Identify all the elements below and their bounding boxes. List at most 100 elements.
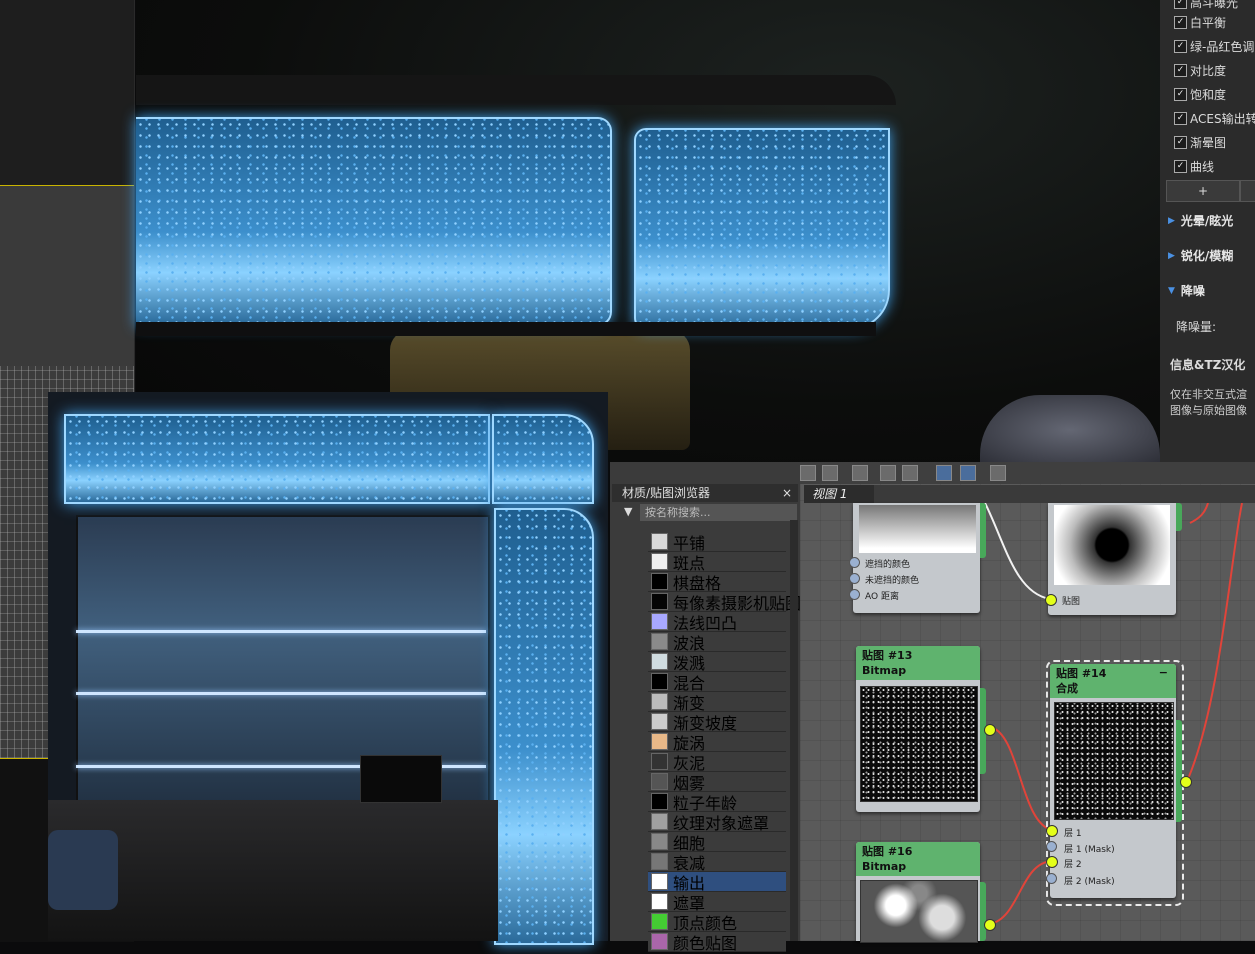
input-socket[interactable] bbox=[849, 589, 860, 600]
list-item[interactable]: 输出 bbox=[648, 872, 786, 893]
list-item[interactable]: 细胞 bbox=[648, 832, 786, 853]
list-scrollbar[interactable] bbox=[790, 520, 798, 941]
list-item[interactable]: 旋涡 bbox=[648, 732, 786, 753]
shelf-light bbox=[76, 692, 486, 695]
checkbox-icon[interactable]: ✓ bbox=[1174, 15, 1187, 29]
map-swatch-icon bbox=[651, 553, 668, 570]
node-map-13[interactable]: 贴图 #13 Bitmap bbox=[856, 646, 996, 812]
list-item[interactable]: 法线凹凸 bbox=[648, 612, 786, 633]
check-row-green-magenta[interactable]: ✓ 绿-品红色调 bbox=[1174, 37, 1254, 55]
input-socket-connected[interactable] bbox=[1045, 594, 1057, 606]
check-row-exposure[interactable]: ✓ 高斗曝光 bbox=[1174, 0, 1238, 11]
map-swatch-icon bbox=[651, 713, 668, 730]
tab-view-1[interactable]: 视图 1 bbox=[804, 485, 882, 503]
search-input[interactable]: 按名称搜索... bbox=[640, 504, 797, 521]
checkbox-icon[interactable]: ✓ bbox=[1174, 0, 1187, 9]
map-swatch-icon bbox=[651, 873, 668, 890]
collapse-triangle-icon: ▼ bbox=[1168, 285, 1175, 296]
list-item[interactable]: 纹理对象遮罩 bbox=[648, 812, 786, 833]
check-row-vignette[interactable]: ✓ 渐晕图 bbox=[1174, 133, 1226, 151]
map-swatch-icon bbox=[651, 933, 668, 950]
wire-ao-to-map bbox=[984, 503, 1051, 600]
node-subtitle: Bitmap bbox=[862, 860, 907, 873]
map-swatch-icon bbox=[651, 813, 668, 830]
port-label: AO 距离 bbox=[865, 592, 899, 602]
search-dropdown-icon[interactable]: ▼ bbox=[624, 505, 632, 518]
viewport-mid-left[interactable] bbox=[0, 186, 134, 366]
check-label: 绿-品红色调 bbox=[1190, 39, 1255, 54]
map-swatch-icon bbox=[651, 693, 668, 710]
list-item[interactable]: 颜色贴图 bbox=[648, 932, 786, 953]
node-preview bbox=[860, 880, 978, 943]
output-socket[interactable] bbox=[984, 724, 996, 736]
close-icon[interactable]: × bbox=[782, 484, 792, 502]
section-denoise[interactable]: ▼ 降噪 bbox=[1168, 282, 1205, 299]
post-effects-panel: ✓ 高斗曝光 ✓ 白平衡 ✓ 绿-品红色调 ✓ 对比度 ✓ 饱和度 ✓ ACES输出转 ✓ 渐… bbox=[1160, 0, 1255, 462]
checkbox-icon[interactable]: ✓ bbox=[1174, 135, 1187, 149]
checkbox-icon[interactable]: ✓ bbox=[1174, 111, 1187, 125]
input-socket[interactable] bbox=[1046, 873, 1057, 884]
glass-panel-right bbox=[634, 128, 890, 330]
section-sharpen-blur[interactable]: ▶ 锐化/模糊 bbox=[1168, 247, 1233, 264]
background-toggle-icon[interactable] bbox=[852, 465, 868, 481]
checkbox-icon[interactable]: ✓ bbox=[1174, 159, 1187, 173]
map-swatch-icon bbox=[651, 853, 668, 870]
viewport-top-left[interactable] bbox=[0, 0, 134, 186]
layout-children-icon[interactable] bbox=[902, 465, 918, 481]
list-item[interactable]: 波浪 bbox=[648, 632, 786, 653]
input-socket[interactable] bbox=[1046, 841, 1057, 852]
map-swatch-icon bbox=[651, 673, 668, 690]
check-label: 饱和度 bbox=[1190, 87, 1227, 102]
list-item[interactable]: 灰泥 bbox=[648, 752, 786, 773]
input-socket[interactable] bbox=[849, 573, 860, 584]
check-label: 高斗曝光 bbox=[1190, 0, 1239, 10]
list-item[interactable]: 衰减 bbox=[648, 852, 786, 873]
denoise-amount-label: 降噪量: bbox=[1176, 320, 1217, 334]
port-label: 层 2 (Mask) bbox=[1064, 877, 1115, 887]
wire-16-to-layer2 bbox=[989, 860, 1053, 925]
check-row-saturation[interactable]: ✓ 饱和度 bbox=[1174, 85, 1226, 103]
layer-option-button[interactable] bbox=[1240, 180, 1255, 202]
expand-triangle-icon: ▶ bbox=[1168, 215, 1175, 226]
output-socket[interactable] bbox=[1180, 776, 1192, 788]
section-bloom-glare[interactable]: ▶ 光晕/眩光 bbox=[1168, 212, 1233, 229]
list-item[interactable]: 混合 bbox=[648, 672, 786, 693]
list-item[interactable]: 渐变坡度 bbox=[648, 712, 786, 733]
output-socket[interactable] bbox=[984, 919, 996, 931]
node-map-top[interactable]: 贴图 bbox=[1045, 503, 1182, 615]
node-map-14-composite[interactable]: 贴图 #14 合成 − 层 1 层 1 (Mask) 层 2 层 2 (Mask… bbox=[1046, 664, 1192, 898]
check-label: ACES输出转 bbox=[1190, 111, 1255, 126]
add-layer-button[interactable]: + bbox=[1166, 180, 1240, 202]
collapse-icon[interactable]: − bbox=[1159, 665, 1168, 680]
check-row-aces[interactable]: ✓ ACES输出转 bbox=[1174, 109, 1255, 127]
info-text-line-1: 仅在非交互式渲 bbox=[1170, 388, 1247, 401]
checkbox-icon[interactable]: ✓ bbox=[1174, 39, 1187, 53]
show-map-icon[interactable] bbox=[800, 465, 816, 481]
map-list: 平铺 斑点 棋盘格 每像素摄影机贴图 法线凹凸 波浪 泼溅 混合 渐变 渐变坡度 旋涡 灰泥 烟雾 粒子年… bbox=[620, 527, 801, 953]
list-item[interactable]: 泼溅 bbox=[648, 652, 786, 673]
layout-all-icon[interactable] bbox=[880, 465, 896, 481]
check-row-white-balance[interactable]: ✓ 白平衡 bbox=[1174, 13, 1226, 31]
glass-header-panel bbox=[64, 414, 490, 504]
check-row-curves[interactable]: ✓ 曲线 bbox=[1174, 157, 1214, 175]
material-map-browser-icon[interactable] bbox=[936, 465, 952, 481]
check-label: 曲线 bbox=[1190, 159, 1215, 174]
node-ambient-occlusion[interactable]: 遮挡的颜色 未遮挡的颜色 AO 距离 bbox=[849, 503, 986, 613]
map-swatch-icon bbox=[651, 913, 668, 930]
input-socket[interactable] bbox=[849, 557, 860, 568]
node-header: 贴图 #14 合成 − bbox=[1050, 664, 1176, 698]
node-preview bbox=[1054, 702, 1174, 820]
check-row-contrast[interactable]: ✓ 对比度 bbox=[1174, 61, 1226, 79]
select-by-material-icon[interactable] bbox=[990, 465, 1006, 481]
input-socket-connected[interactable] bbox=[1046, 856, 1058, 868]
checkbox-icon[interactable]: ✓ bbox=[1174, 63, 1187, 77]
list-item[interactable]: 平铺 bbox=[648, 532, 786, 553]
node-preview bbox=[860, 686, 978, 802]
parameter-editor-icon[interactable] bbox=[960, 465, 976, 481]
input-socket-connected[interactable] bbox=[1046, 825, 1058, 837]
checkbox-icon[interactable]: ✓ bbox=[1174, 87, 1187, 101]
check-label: 渐晕图 bbox=[1190, 135, 1227, 150]
glass-side-column bbox=[494, 508, 594, 945]
node-map-16[interactable]: 贴图 #16 Bitmap bbox=[856, 842, 996, 943]
show-background-icon[interactable] bbox=[822, 465, 838, 481]
